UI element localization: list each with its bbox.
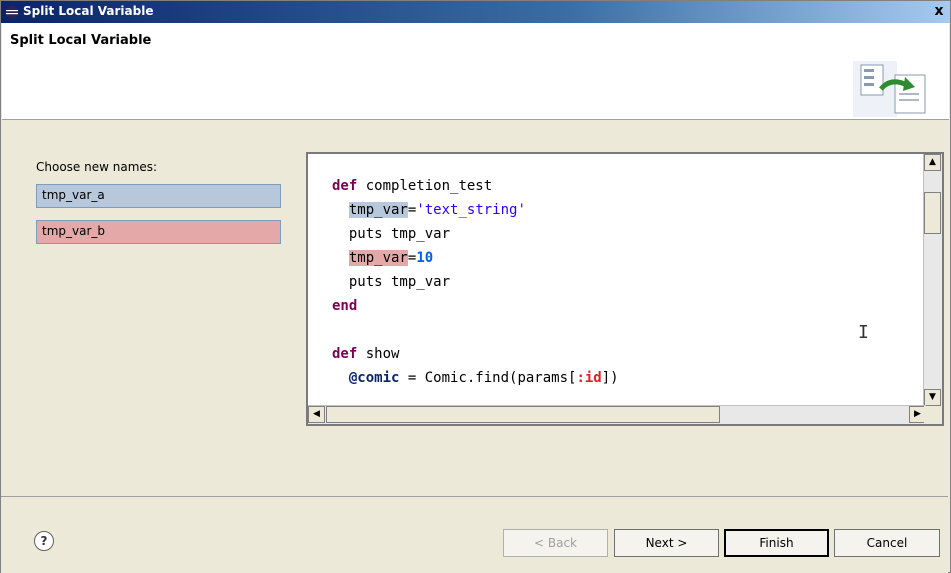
code-text: def completion_test tmp_var='text_string… [332, 174, 619, 390]
finish-button[interactable]: Finish [724, 529, 829, 557]
code-line-9: @comic = Comic.find(params[:id]) [348, 370, 619, 386]
scroll-left-arrow-icon[interactable]: ◀ [308, 406, 325, 423]
scroll-down-arrow-icon[interactable]: ▼ [924, 389, 941, 406]
horizontal-scrollbar[interactable]: ◀ ▶ [308, 405, 926, 424]
close-icon: x [934, 3, 944, 19]
name-b-field[interactable]: tmp_var_b [36, 220, 281, 244]
title-bar[interactable]: Split Local Variable x [1, 1, 950, 23]
help-icon[interactable]: ? [34, 531, 54, 551]
eclipse-icon [5, 5, 19, 19]
vertical-scroll-thumb[interactable] [924, 192, 941, 234]
code-line-1: def completion_test [332, 178, 493, 194]
scrollbar-corner [924, 406, 942, 424]
horizontal-scroll-thumb[interactable] [326, 406, 720, 423]
code-line-2: tmp_var='text_string' [348, 202, 526, 218]
cancel-button[interactable]: Cancel [834, 529, 940, 557]
name-a-field[interactable]: tmp_var_a [36, 184, 281, 208]
code-line-3: puts tmp_var [332, 226, 451, 242]
refactor-wizard-icon [853, 61, 926, 117]
page-title: Split Local Variable [10, 33, 152, 48]
text-cursor-icon: I [858, 322, 869, 343]
code-line-8: def show [332, 346, 400, 362]
back-button[interactable]: < Back [503, 529, 608, 557]
window-title: Split Local Variable [23, 4, 154, 18]
scroll-up-arrow-icon[interactable]: ▲ [924, 154, 941, 171]
code-preview[interactable]: def completion_test tmp_var='text_string… [306, 152, 944, 426]
close-button[interactable]: x [930, 3, 948, 21]
vertical-scrollbar[interactable]: ▲ ▼ [923, 154, 942, 406]
code-line-5: puts tmp_var [332, 274, 451, 290]
names-label: Choose new names: [36, 160, 158, 174]
code-line-6: end [332, 298, 358, 314]
wizard-banner: Split Local Variable [2, 23, 949, 120]
next-button[interactable]: Next > [614, 529, 719, 557]
code-line-4: tmp_var=10 [348, 250, 434, 266]
